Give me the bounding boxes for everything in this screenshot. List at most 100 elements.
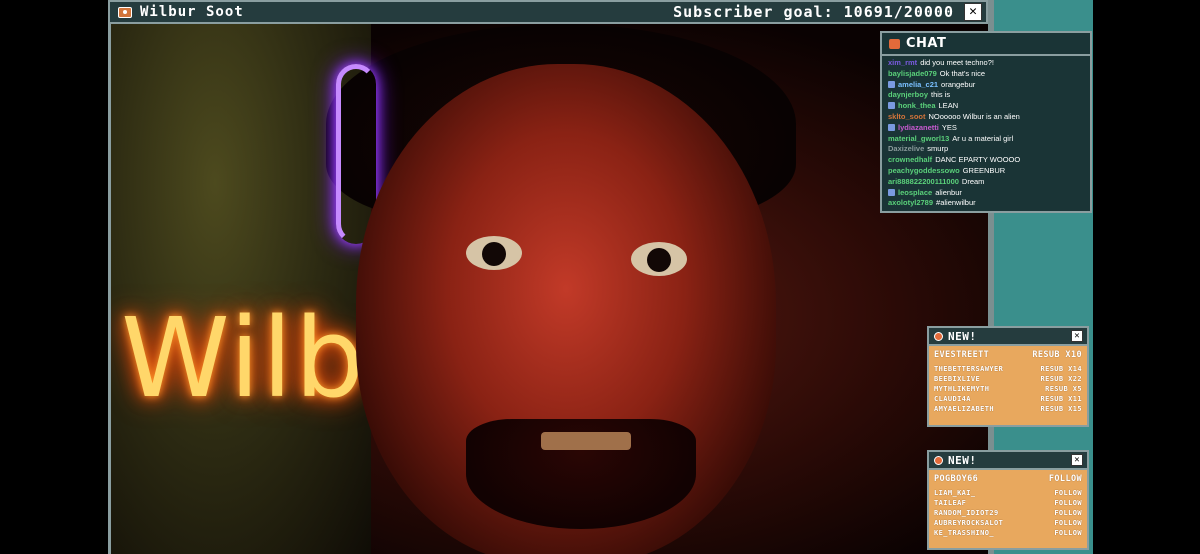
- follow-row-user: LIAM_KAI_: [934, 489, 976, 497]
- chat-username[interactable]: ari888822200111000: [888, 177, 959, 186]
- chat-text: this is: [931, 90, 951, 100]
- follow-row-user: KE_TRASSHINO_: [934, 529, 994, 537]
- follow-row: RANDOM_IDIOT29 FOLLOW: [934, 508, 1082, 518]
- chat-messages[interactable]: xim_rmt did you meet techno?! baylisjade07…: [882, 56, 1090, 210]
- chat-text: alienbur: [935, 187, 962, 197]
- follow-panel-header: NEW! ✕: [929, 452, 1087, 470]
- follow-row: LIAM_KAI_ FOLLOW: [934, 488, 1082, 498]
- resub-row-event: RESUB X11: [1040, 395, 1082, 403]
- chat-badge-icon: [888, 188, 895, 196]
- close-icon[interactable]: ✕: [1071, 330, 1083, 342]
- chat-username[interactable]: peachygoddessowo: [888, 166, 960, 175]
- chat-username[interactable]: sklto_soot: [888, 112, 926, 121]
- follow-row-event: FOLLOW: [1054, 509, 1082, 517]
- resub-row: BEEBIXLIVE RESUB X22: [934, 374, 1082, 384]
- resub-row-event: RESUB X15: [1040, 405, 1082, 413]
- close-icon[interactable]: ✕: [1071, 454, 1083, 466]
- chat-username[interactable]: lydiazanetti: [898, 123, 939, 132]
- chat-badge-icon: [888, 102, 895, 110]
- resub-panel-title: NEW!: [948, 329, 977, 343]
- resub-row: AMYAELIZABETH RESUB X15: [934, 404, 1082, 414]
- streamer-teeth: [541, 432, 631, 450]
- follow-panel: NEW! ✕ POGBOY66 FOLLOW LIAM_KAI_ FOLLOW TAIL…: [927, 450, 1089, 550]
- neon-sign: Wilb: [121, 294, 367, 422]
- chat-username[interactable]: leosplace: [898, 188, 932, 197]
- chat-message: ari888822200111000 Dream: [888, 177, 1084, 188]
- chat-username[interactable]: daynjerboy: [888, 90, 928, 99]
- left-eye: [466, 236, 522, 270]
- alert-icon: [934, 331, 943, 341]
- resub-row-user: THEBETTERSAWYER: [934, 365, 1004, 373]
- chat-message: sklto_soot NOooooo Wilbur is an alien: [888, 112, 1084, 123]
- follow-panel-title: NEW!: [948, 453, 977, 467]
- follow-row-user: TAILEAF: [934, 499, 967, 507]
- webcam-title-bar: Wilbur Soot Subscriber goal: 10691/20000…: [108, 0, 988, 24]
- webcam-feed: Wilb: [108, 24, 988, 554]
- chat-text: LEAN: [938, 101, 959, 111]
- chat-message: crownedhalf DANC EPARTY WOOOO: [888, 155, 1084, 166]
- follow-row-user: RANDOM_IDIOT29: [934, 509, 999, 517]
- follow-row: TAILEAF FOLLOW: [934, 498, 1082, 508]
- chat-badge-icon: [888, 123, 895, 131]
- chat-text: did you meet techno?!: [920, 58, 994, 67]
- chat-panel: CHAT xim_rmt did you meet techno?! baylisj…: [880, 31, 1092, 213]
- chat-message: baylisjade079 Ok that's nice: [888, 69, 1084, 80]
- resub-list: EVESTREETT RESUB X10 THEBETTERSAWYER RESUB …: [929, 346, 1087, 416]
- resub-panel: NEW! ✕ EVESTREETT RESUB X10 THEBETTERSAWYE…: [927, 326, 1089, 427]
- chat-text: Ar u a material girl: [952, 133, 1014, 143]
- resub-row: EVESTREETT RESUB X10: [934, 349, 1082, 362]
- alert-icon: [934, 455, 943, 465]
- resub-row-event: RESUB X14: [1040, 365, 1082, 373]
- chat-message: Daxizelive smurp: [888, 144, 1084, 155]
- chat-username[interactable]: Daxizelive: [888, 144, 924, 153]
- chat-bubble-icon: [889, 38, 900, 49]
- chat-username[interactable]: amelia_c21: [898, 80, 938, 89]
- chat-username[interactable]: material_gworl13: [888, 134, 949, 143]
- follow-row-user: POGBOY66: [934, 474, 979, 484]
- follow-row: POGBOY66 FOLLOW: [934, 473, 1082, 486]
- follow-row-event: FOLLOW: [1054, 499, 1082, 507]
- chat-message: lydiazanetti YES: [888, 123, 1084, 134]
- streamer-name: Wilbur Soot: [140, 4, 244, 20]
- chat-message: daynjerboy this is: [888, 90, 1084, 101]
- follow-row-event: FOLLOW: [1048, 474, 1082, 484]
- chat-text: Ok that's nice: [939, 68, 985, 78]
- follow-row-event: FOLLOW: [1054, 489, 1082, 497]
- resub-row-user: BEEBIXLIVE: [934, 375, 981, 383]
- chat-text: DANC EPARTY WOOOO: [935, 155, 1021, 165]
- chat-header: CHAT: [882, 33, 1090, 56]
- chat-text: #alienwilbur: [936, 198, 976, 208]
- resub-row-user: CLAUDI4A: [934, 395, 971, 403]
- stream-overlay: Wilb Wilbur Soot Subscriber goal: 10691/…: [0, 0, 1200, 554]
- resub-row-event: RESUB X5: [1045, 385, 1082, 393]
- chat-message: peachygoddessowo GREENBUR: [888, 166, 1084, 177]
- chat-username[interactable]: crownedhalf: [888, 155, 932, 164]
- chat-text: GREENBUR: [962, 165, 1006, 175]
- chat-username[interactable]: baylisjade079: [888, 69, 937, 78]
- follow-row-user: AUBREYROCKSALOT: [934, 519, 1004, 527]
- resub-row-user: AMYAELIZABETH: [934, 405, 994, 413]
- chat-text: orangebur: [941, 79, 976, 89]
- right-eye: [631, 242, 687, 276]
- chat-message: xim_rmt did you meet techno?!: [888, 58, 1084, 69]
- close-icon[interactable]: ✕: [964, 3, 982, 21]
- chat-message: leosplace alienbur: [888, 188, 1084, 199]
- resub-row-user: EVESTREETT: [934, 350, 990, 360]
- chat-text: Dream: [961, 176, 985, 186]
- chat-title: CHAT: [906, 36, 947, 51]
- subscriber-goal: Subscriber goal: 10691/20000: [673, 3, 954, 21]
- resub-row: THEBETTERSAWYER RESUB X14: [934, 364, 1082, 374]
- chat-username[interactable]: axolotyl2789: [888, 198, 933, 207]
- follow-list: POGBOY66 FOLLOW LIAM_KAI_ FOLLOW TAILEAF FOLL…: [929, 470, 1087, 540]
- chat-message: honk_thea LEAN: [888, 101, 1084, 112]
- follow-row: KE_TRASSHINO_ FOLLOW: [934, 528, 1082, 538]
- chat-message: amelia_c21 orangebur: [888, 80, 1084, 91]
- chat-username[interactable]: xim_rmt: [888, 58, 917, 67]
- chat-message: axolotyl2789 #alienwilbur: [888, 198, 1084, 209]
- resub-row: MYTHLIKEMYTH RESUB X5: [934, 384, 1082, 394]
- camera-icon: [118, 6, 132, 18]
- resub-row-event: RESUB X22: [1040, 375, 1082, 383]
- chat-username[interactable]: honk_thea: [898, 101, 936, 110]
- resub-panel-header: NEW! ✕: [929, 328, 1087, 346]
- resub-row-user: MYTHLIKEMYTH: [934, 385, 990, 393]
